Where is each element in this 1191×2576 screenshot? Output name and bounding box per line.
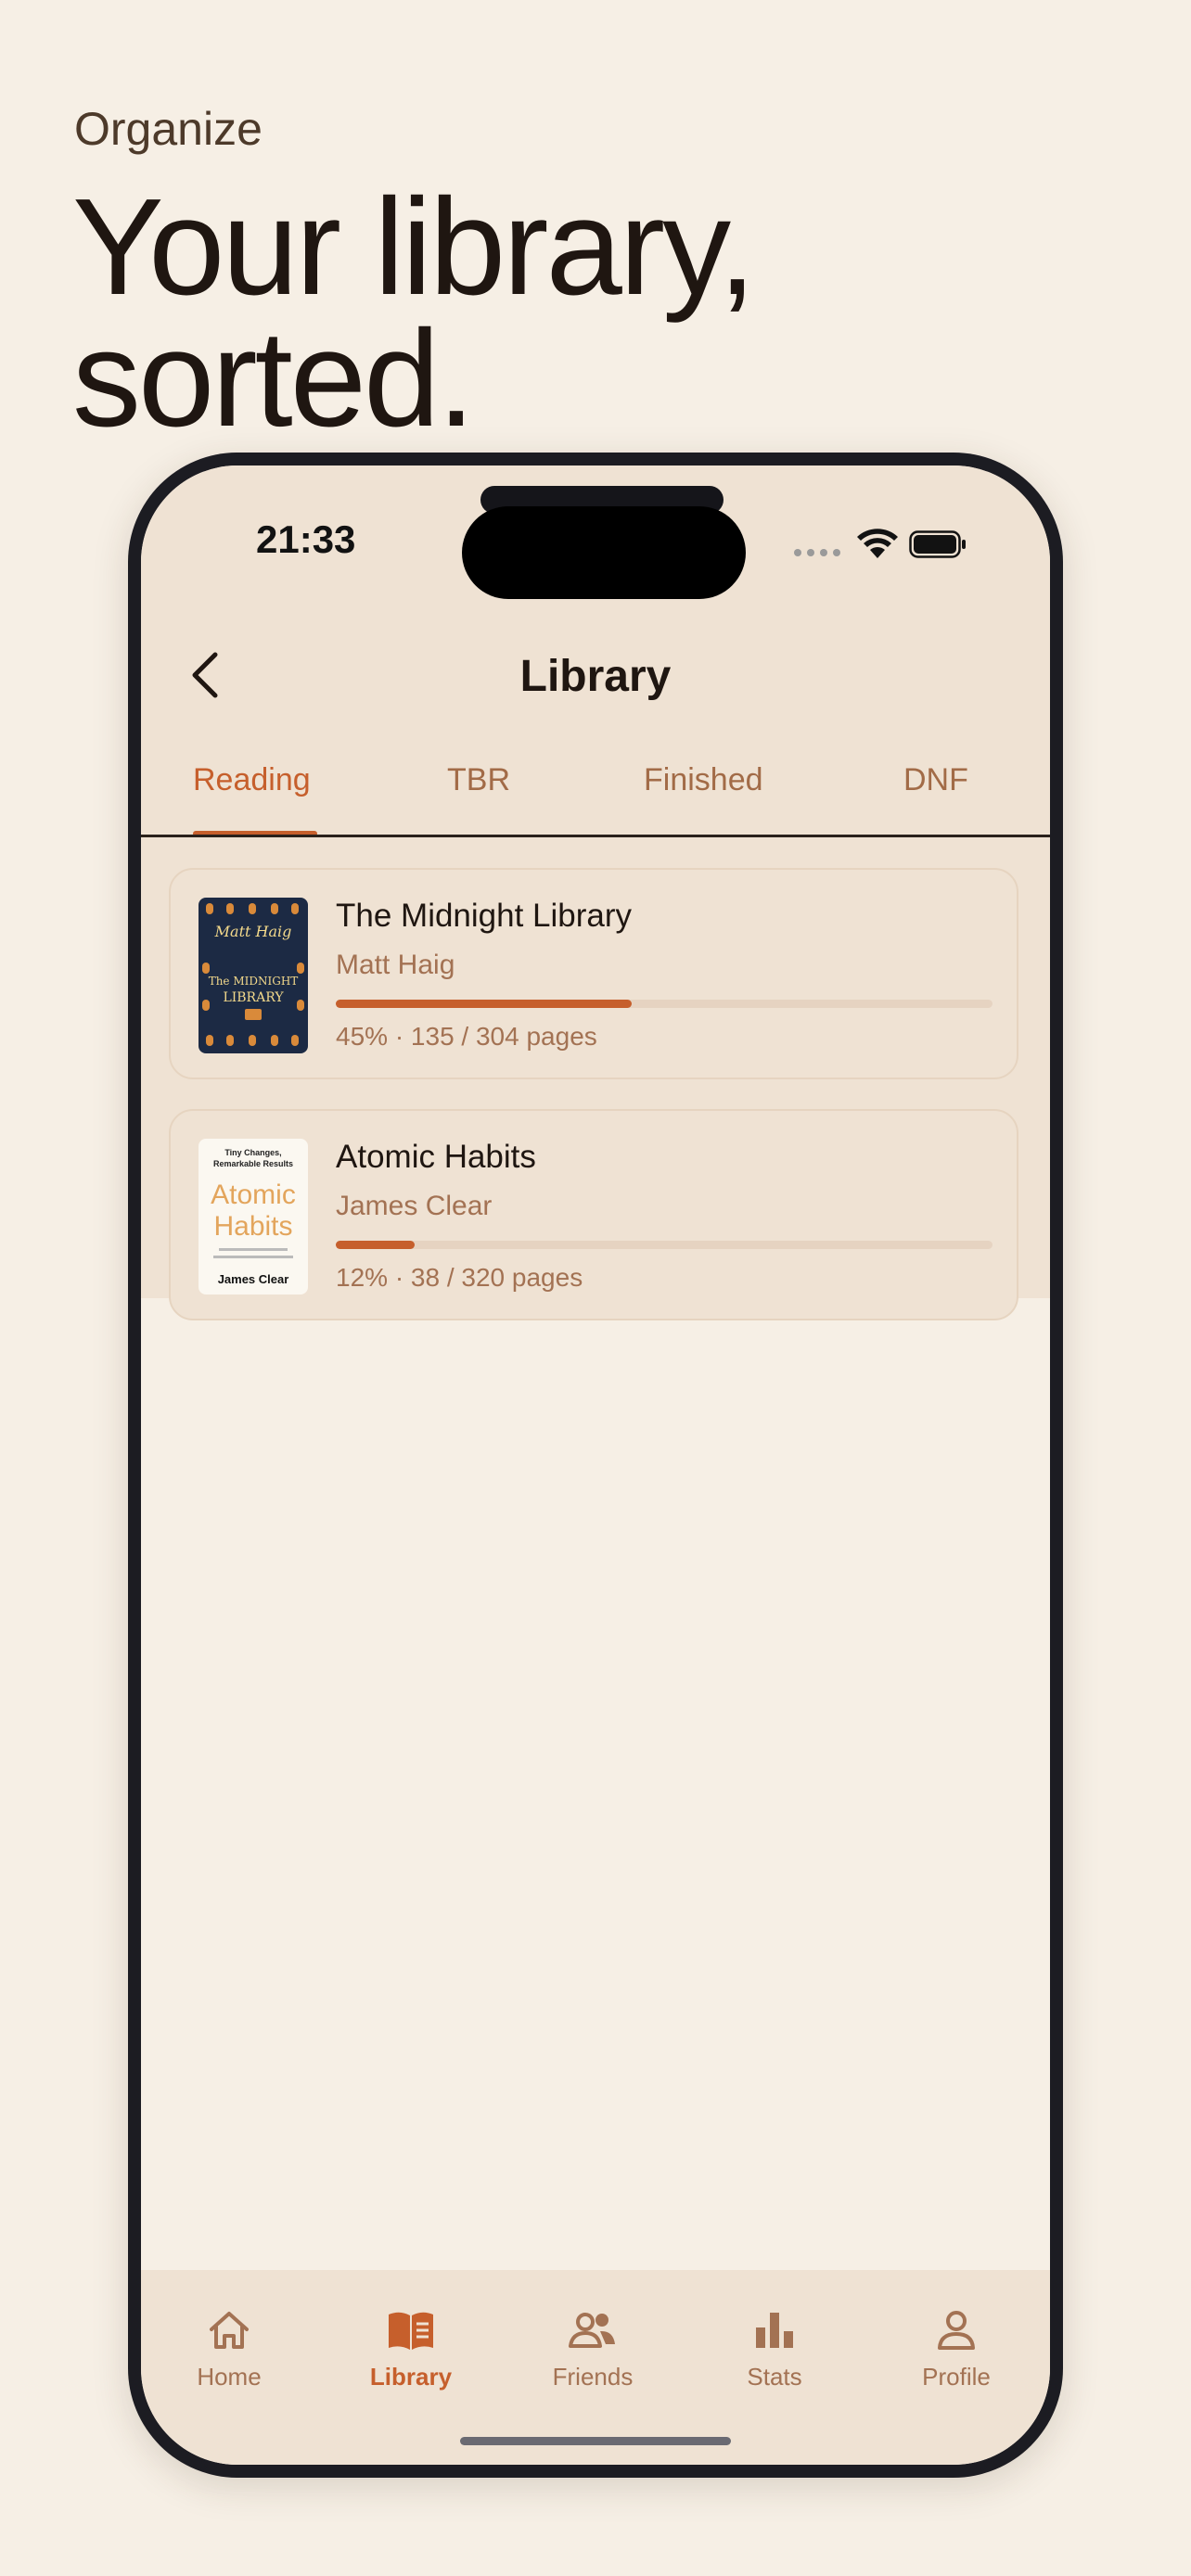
cover-author-text: James Clear [218, 1272, 289, 1286]
wifi-icon [857, 529, 898, 558]
cover-title-bottom-text: LIBRARY [223, 990, 284, 1005]
home-icon [210, 2312, 249, 2349]
library-tabs: Reading TBR Finished DNF [141, 762, 1050, 838]
reading-progress-fill [336, 1241, 415, 1249]
nav-profile-label: Profile [922, 2363, 991, 2391]
promo-headline: Your library, sorted. [72, 171, 756, 455]
status-time: 21:33 [256, 517, 356, 561]
tab-tbr[interactable]: TBR [447, 762, 510, 798]
book-progress-meta: 45% · 135 / 304 pages [336, 1022, 597, 1051]
cover-title-2: Habits [213, 1211, 292, 1242]
nav-friends[interactable]: Friends [523, 2307, 662, 2391]
tab-finished[interactable]: Finished [644, 762, 763, 798]
page-title: Library [519, 652, 672, 701]
reading-progress-bar [336, 1241, 992, 1249]
book-author: James Clear [336, 1191, 493, 1221]
book-title: The Midnight Library [336, 898, 633, 934]
reading-progress-bar [336, 1000, 992, 1008]
bar-chart-icon [756, 2313, 793, 2348]
person-icon [938, 2311, 975, 2350]
header-divider [141, 835, 1050, 837]
nav-stats-label: Stats [747, 2363, 802, 2391]
book-cover-midnight-library: Matt Haig The MIDNIGHT LIBRARY [198, 898, 308, 1053]
nav-stats[interactable]: Stats [705, 2307, 844, 2391]
cover-title-1: Atomic [211, 1180, 296, 1210]
phone-frame: 21:33 Library Reading TBR Finished DNF M… [128, 453, 1063, 2478]
app-screen: 21:33 Library Reading TBR Finished DNF M… [141, 465, 1050, 2465]
bottom-tab-bar: Home Library Friends Stats Profile [141, 2270, 1050, 2465]
promo-eyebrow: Organize [74, 103, 263, 155]
friends-icon [569, 2313, 615, 2348]
book-cover-atomic-habits: Tiny Changes, Remarkable Results Atomic … [198, 1139, 308, 1294]
book-card[interactable]: Matt Haig The MIDNIGHT LIBRARY The Midni… [169, 868, 1018, 1079]
battery-icon [909, 530, 966, 558]
cover-title-top-text: The MIDNIGHT [209, 975, 299, 988]
promo-headline-line1: Your library, [72, 171, 756, 324]
cover-author-text: Matt Haig [214, 923, 292, 940]
tab-dnf[interactable]: DNF [903, 762, 968, 798]
book-title: Atomic Habits [336, 1139, 536, 1175]
nav-profile[interactable]: Profile [887, 2307, 1026, 2391]
nav-library[interactable]: Library [341, 2307, 480, 2391]
cover-tagline-1: Tiny Changes, [224, 1148, 281, 1157]
nav-home-label: Home [197, 2363, 262, 2391]
home-indicator [460, 2437, 731, 2445]
nav-home[interactable]: Home [160, 2307, 299, 2391]
nav-library-label: Library [369, 2363, 453, 2391]
nav-friends-label: Friends [552, 2363, 634, 2391]
book-author: Matt Haig [336, 950, 455, 980]
promo-headline-line2: sorted. [72, 302, 475, 455]
tab-reading[interactable]: Reading [193, 762, 311, 798]
book-progress-meta: 12% · 38 / 320 pages [336, 1263, 583, 1292]
signal-dots-icon [794, 549, 840, 556]
book-card[interactable]: Tiny Changes, Remarkable Results Atomic … [169, 1109, 1018, 1320]
reading-progress-fill [336, 1000, 632, 1008]
dynamic-island [462, 506, 746, 599]
cover-tagline-2: Remarkable Results [213, 1159, 293, 1168]
book-icon [389, 2312, 433, 2350]
